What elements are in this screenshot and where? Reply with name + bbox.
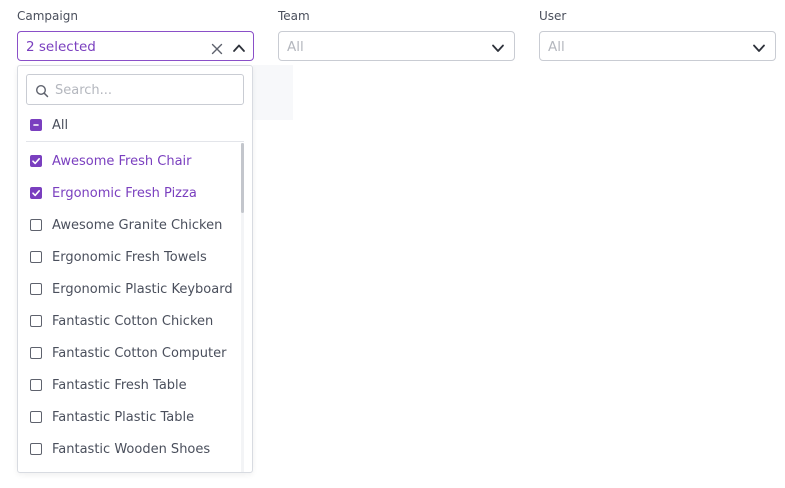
checkbox-unchecked[interactable] [30,315,42,327]
checkbox-unchecked[interactable] [30,443,42,455]
option-item[interactable]: Fantastic Cotton Chicken [30,311,213,331]
scrollbar-thumb[interactable] [241,143,244,213]
option-label: Fantastic Plastic Table [52,409,195,425]
checkbox-checked[interactable] [30,155,42,167]
option-label: Ergonomic Plastic Keyboard [52,281,233,297]
chevron-down-icon[interactable] [752,40,766,54]
option-item[interactable]: Fantastic Cotton Computer [30,343,227,363]
option-item[interactable]: Fantastic Wooden Shoes [30,439,210,459]
option-all-label: All [52,117,69,133]
user-label: User [539,9,567,23]
user-select-placeholder: All [548,39,565,55]
check-icon [32,190,40,197]
option-label: Fantastic Cotton Computer [52,345,227,361]
option-item[interactable]: Awesome Fresh Chair [30,151,192,171]
search-input[interactable] [53,80,237,100]
user-select[interactable]: All [539,31,776,61]
option-item[interactable]: Ergonomic Fresh Towels [30,247,207,267]
option-item[interactable]: Awesome Granite Chicken [30,215,222,235]
option-label: Fantastic Wooden Shoes [52,441,211,457]
option-label: Ergonomic Fresh Pizza [52,185,197,201]
divider [26,141,244,142]
campaign-select-value: 2 selected [26,39,96,55]
check-icon [32,158,40,165]
checkbox-unchecked[interactable] [30,283,42,295]
checkbox-unchecked[interactable] [30,411,42,423]
option-item[interactable]: Fantastic Plastic Table [30,407,194,427]
checkbox-all[interactable] [30,119,42,131]
team-label: Team [278,9,310,23]
option-item[interactable]: Fantastic Fresh Table [30,375,187,395]
backdrop-shadow [253,65,293,120]
option-item[interactable]: Ergonomic Fresh Pizza [30,183,197,203]
checkbox-unchecked[interactable] [30,379,42,391]
search-box[interactable] [26,74,244,105]
checkbox-unchecked[interactable] [30,219,42,231]
minus-icon [33,124,39,126]
option-all[interactable]: All [30,115,68,135]
option-item[interactable]: Ergonomic Plastic Keyboard [30,279,233,299]
close-icon[interactable] [211,40,223,55]
search-icon [35,83,49,98]
checkbox-unchecked[interactable] [30,251,42,263]
campaign-select[interactable]: 2 selected [17,31,254,61]
option-label: Awesome Granite Chicken [52,217,223,233]
chevron-down-icon[interactable] [491,40,505,54]
chevron-up-icon[interactable] [232,40,246,54]
team-select[interactable]: All [278,31,515,61]
option-label: Fantastic Fresh Table [52,377,187,393]
option-label: Awesome Fresh Chair [52,153,192,169]
option-label: Fantastic Cotton Chicken [52,313,214,329]
campaign-label: Campaign [17,9,78,23]
team-select-placeholder: All [287,39,304,55]
option-label: Ergonomic Fresh Towels [52,249,207,265]
campaign-dropdown: All Awesome Fresh Chair Ergonomic Fresh P… [17,65,253,473]
checkbox-unchecked[interactable] [30,347,42,359]
checkbox-checked[interactable] [30,187,42,199]
